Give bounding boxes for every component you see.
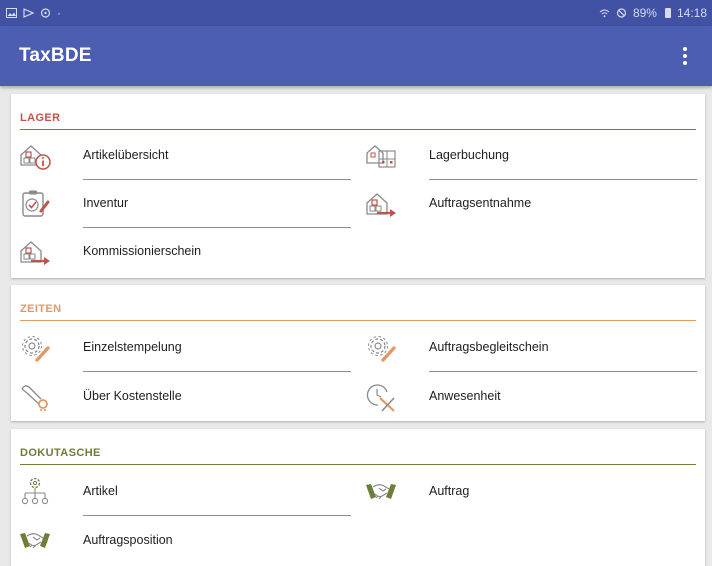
menu-item-artikeluebersicht[interactable]: Artikelübersicht [11,132,351,180]
section-title-dokutasche: DOKUTASCHE [20,447,101,459]
menu-item-einzelstempelung[interactable]: Einzelstempelung [11,324,351,372]
section-title-zeiten: ZEITEN [20,303,62,315]
more-notifications-icon: · [57,6,61,20]
menu-item-label: Über Kostenstelle [83,389,182,403]
menu-item-anwesenheit[interactable]: Anwesenheit [357,373,697,421]
tools-icon [21,385,48,411]
clipboard-check-icon [22,190,50,217]
status-bar-system: 89% 14:18 [599,6,707,20]
menu-item-label: Auftragsentnahme [429,196,532,210]
section-dokutasche: DOKUTASCHE Artikel Auftrag Auftragsposit… [11,429,705,566]
menu-item-label: Anwesenheit [429,389,501,403]
wifi-icon [599,9,610,18]
menu-item-label: Lagerbuchung [429,148,509,162]
menu-item-label: Einzelstempelung [83,340,182,354]
menu-item-label: Inventur [83,196,129,210]
clock-tools-icon [366,384,395,412]
warehouse-export-icon [366,193,396,217]
section-zeiten: ZEITEN Einzelstempelung Auftragsbegleits… [11,285,705,421]
menu-item-artikel[interactable]: Artikel [11,468,351,516]
menu-item-auftragsposition[interactable]: Auftragsposition [11,517,351,565]
image-notification-icon [6,8,17,18]
clock: 14:18 [676,6,707,20]
do-not-disturb-icon [616,8,627,18]
divider [83,515,351,516]
menu-item-label: Kommissionierschein [83,244,202,258]
section-header-zeiten: ZEITEN [11,285,705,321]
menu-item-lagerbuchung[interactable]: Lagerbuchung [357,132,697,180]
status-bar: · 89% 14:18 [0,0,712,26]
handshake-icon [20,533,50,549]
handshake-icon [366,484,396,500]
menu-item-label: Auftragsposition [83,533,173,547]
menu-item-auftragsbegleitschein[interactable]: Auftragsbegleitschein [357,324,697,372]
app-title: TaxBDE [19,45,92,66]
menu-item-label: Artikelübersicht [83,148,169,162]
section-rule [20,129,696,130]
divider [429,371,697,372]
menu-item-auftragsentnahme[interactable]: Auftragsentnahme [357,180,697,228]
section-rule [20,464,696,465]
status-bar-notifications: · [6,6,61,20]
hierarchy-gear-icon [21,477,49,505]
divider [83,371,351,372]
app-bar: TaxBDE [0,26,712,86]
warehouse-export-icon [20,241,50,265]
sync-icon [40,8,51,18]
gear-pencil-icon [22,336,50,362]
battery-icon [664,8,671,18]
gear-pencil-icon [368,336,396,362]
section-lager: LAGER Artikelübersicht Lagerbuchung Inve… [11,94,705,278]
menu-item-label: Auftrag [429,484,470,498]
menu-item-kommissionierschein[interactable]: Kommissionierschein [11,228,351,276]
section-title-lager: LAGER [20,112,61,124]
more-vert-icon[interactable] [676,44,694,68]
section-rule [20,320,696,321]
section-header-dokutasche: DOKUTASCHE [11,429,705,465]
menu-item-inventur[interactable]: Inventur [11,180,351,228]
menu-item-auftrag[interactable]: Auftrag [357,468,697,516]
menu-item-label: Auftragsbegleitschein [429,340,549,354]
warehouse-shelves-icon [366,145,396,168]
section-header-lager: LAGER [11,94,705,130]
menu-item-ueber-kostenstelle[interactable]: Über Kostenstelle [11,373,351,421]
menu-item-label: Artikel [83,484,118,498]
battery-percent: 89% [632,6,657,20]
play-store-icon [23,8,34,18]
warehouse-info-icon [20,145,51,170]
